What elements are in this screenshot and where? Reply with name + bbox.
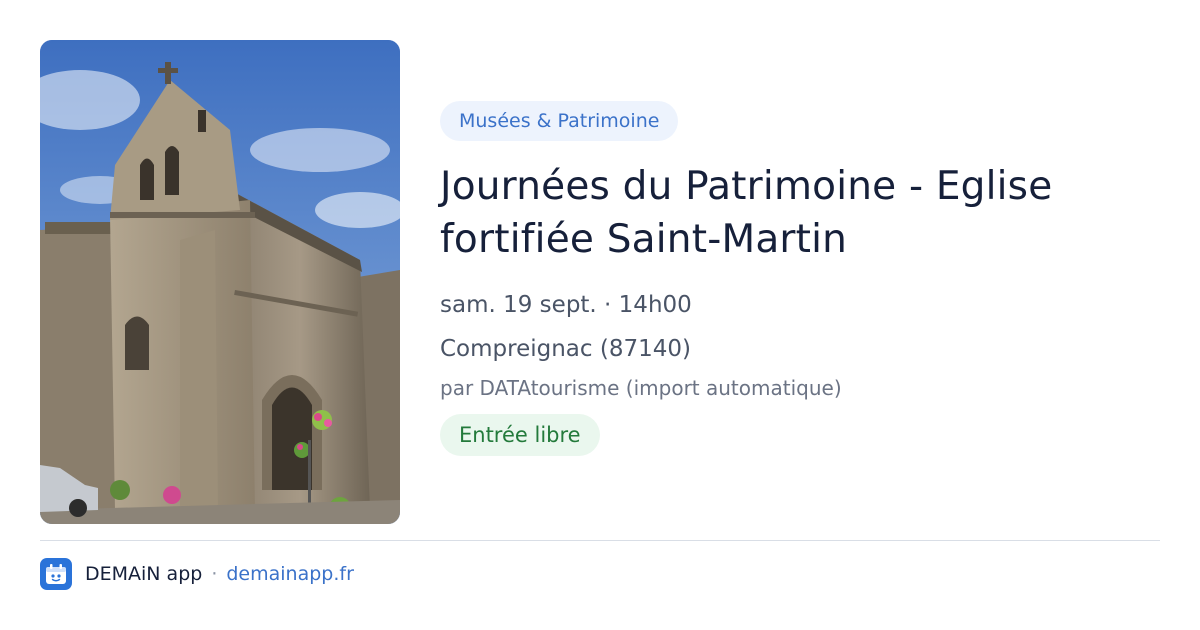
app-url-link[interactable]: demainapp.fr <box>226 563 354 585</box>
event-datetime: sam. 19 sept. · 14h00 <box>440 292 692 318</box>
demain-app-icon <box>40 558 72 590</box>
event-source: par DATAtourisme (import automatique) <box>440 376 842 400</box>
footer-separator: · <box>211 563 218 585</box>
event-preview-card[interactable]: Musées & Patrimoine Journées du Patrimoi… <box>0 0 1200 630</box>
app-name: DEMAiN app <box>85 563 203 585</box>
category-badge[interactable]: Musées & Patrimoine <box>440 101 679 141</box>
footer: DEMAiN app · demainapp.fr <box>40 558 354 590</box>
event-title[interactable]: Journées du Patrimoine - Eglise fortifié… <box>440 160 1160 266</box>
event-location: Compreignac (87140) <box>440 336 691 362</box>
event-photo <box>40 40 400 524</box>
event-info: Musées & Patrimoine Journées du Patrimoi… <box>440 101 1160 456</box>
footer-divider <box>40 540 1160 541</box>
price-badge: Entrée libre <box>440 414 600 456</box>
